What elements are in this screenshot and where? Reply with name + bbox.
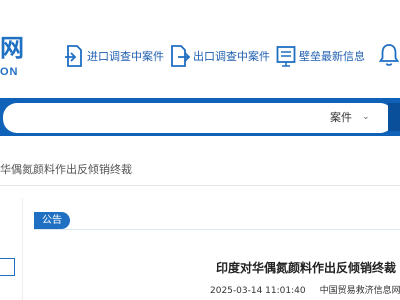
breadcrumb: 华偶氮颜料作出反倾销终裁 [0, 163, 132, 176]
import-document-icon [64, 43, 84, 69]
site-logo-text[interactable]: 网 [0, 34, 24, 62]
article-meta: 2025-03-14 11:01:40 中国贸易救济信息网 [210, 283, 400, 296]
content-divider [0, 185, 400, 186]
article-source: 中国贸易救济信息网 [319, 286, 400, 296]
search-category-label: 案件 [330, 111, 352, 124]
nav-export-cases-label: 出口调查中案件 [193, 50, 270, 63]
nav-barrier-news[interactable]: 壁垒最新信息 [276, 40, 365, 72]
notice-underline [34, 229, 400, 230]
notice-tag: 公告 [34, 212, 70, 229]
search-category-select[interactable]: 案件 ⌄ [330, 109, 370, 125]
bell-icon[interactable] [378, 42, 400, 68]
nav-barrier-news-label: 壁垒最新信息 [299, 50, 365, 63]
chevron-down-icon: ⌄ [362, 112, 370, 122]
site-header: 网 ON 进口调查中案件 出口调查中案件 壁垒最新信息 [0, 0, 400, 98]
news-board-icon [276, 43, 296, 69]
article-title: 印度对华偶氮颜料作出反倾销终裁 [216, 261, 397, 275]
site-logo-subtitle: ON [0, 66, 19, 78]
export-document-icon [170, 43, 190, 69]
nav-import-cases[interactable]: 进口调查中案件 [64, 40, 164, 72]
left-sidebar [0, 198, 23, 300]
article-datetime: 2025-03-14 11:01:40 [210, 286, 306, 296]
nav-import-cases-label: 进口调查中案件 [87, 50, 164, 63]
sidebar-input[interactable] [0, 258, 15, 276]
nav-export-cases[interactable]: 出口调查中案件 [170, 40, 270, 72]
search-button[interactable] [388, 103, 400, 131]
